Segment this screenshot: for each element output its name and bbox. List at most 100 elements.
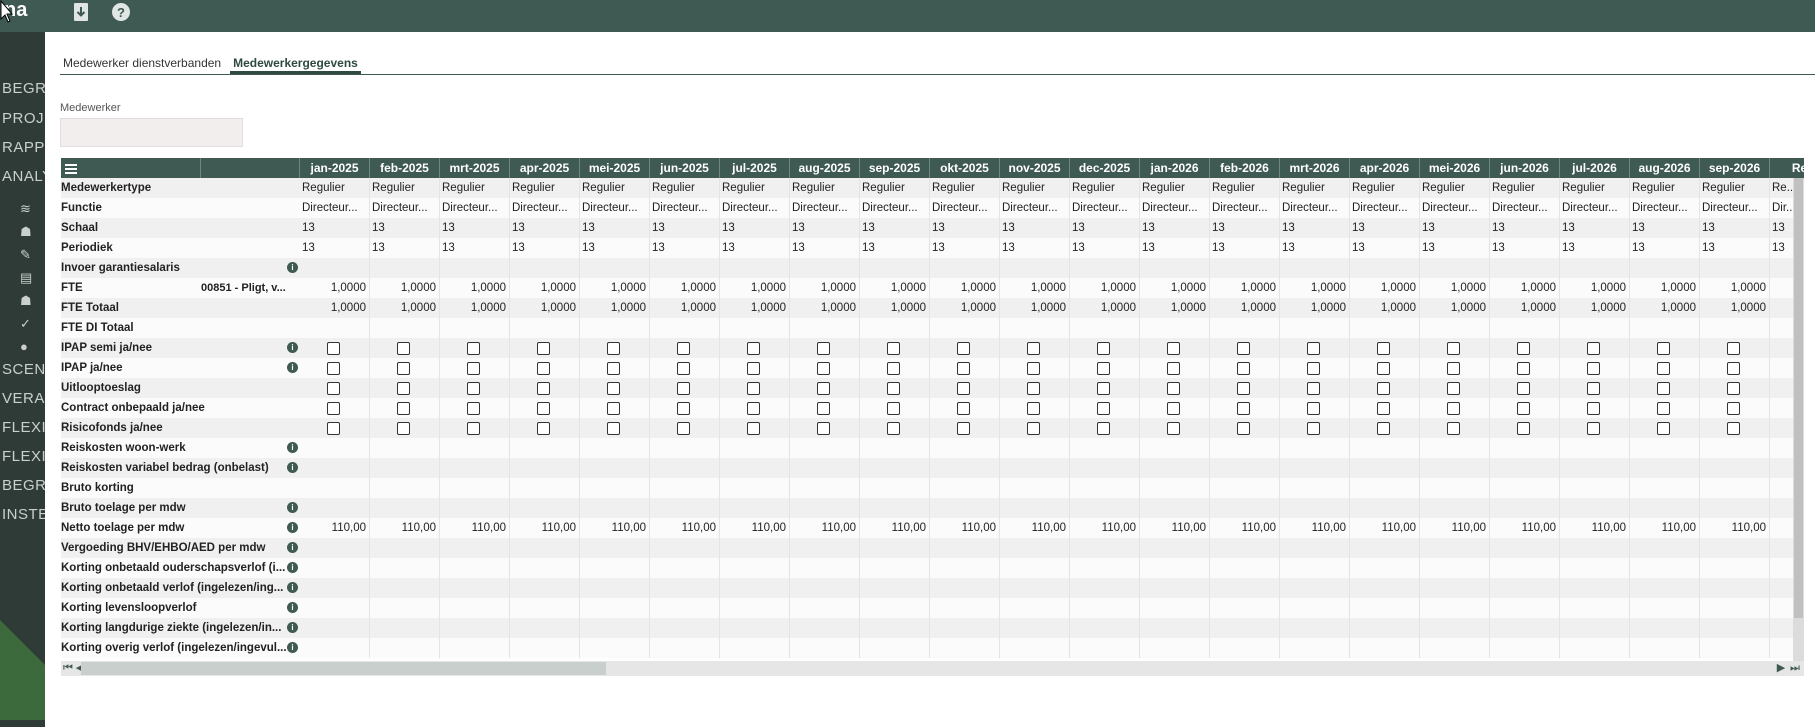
grid-cell[interactable]: [1350, 338, 1420, 358]
checkbox[interactable]: [747, 402, 760, 415]
user-edit-icon[interactable]: ✎: [20, 247, 38, 262]
grid-cell[interactable]: [1000, 458, 1070, 478]
grid-cell[interactable]: [1350, 498, 1420, 518]
month-header[interactable]: apr-2025: [510, 158, 580, 178]
grid-cell[interactable]: [370, 598, 440, 618]
grid-cell[interactable]: 13: [440, 238, 510, 258]
sidebar-item-5[interactable]: VERAN: [2, 390, 45, 407]
grid-cell[interactable]: [1420, 618, 1490, 638]
grid-cell[interactable]: [580, 318, 650, 338]
grid-cell[interactable]: [1210, 418, 1280, 438]
grid-cell[interactable]: [1560, 418, 1630, 438]
checkbox[interactable]: [1307, 362, 1320, 375]
checkbox[interactable]: [1307, 422, 1320, 435]
grid-cell[interactable]: Directeur...: [1490, 198, 1560, 218]
grid-cell[interactable]: 13: [1140, 238, 1210, 258]
grid-cell[interactable]: [1140, 318, 1210, 338]
grid-cell[interactable]: [1350, 378, 1420, 398]
checkbox[interactable]: [1587, 422, 1600, 435]
grid-cell[interactable]: [580, 618, 650, 638]
checkbox[interactable]: [607, 362, 620, 375]
checkbox[interactable]: [957, 342, 970, 355]
grid-cell[interactable]: [370, 558, 440, 578]
checkbox[interactable]: [817, 382, 830, 395]
grid-cell[interactable]: [440, 438, 510, 458]
grid-cell[interactable]: [1700, 578, 1770, 598]
grid-cell[interactable]: Regulier: [720, 178, 790, 198]
checkbox[interactable]: [747, 422, 760, 435]
grid-cell[interactable]: 1,0000: [580, 278, 650, 298]
grid-cell[interactable]: [300, 478, 370, 498]
grid-cell[interactable]: [1210, 318, 1280, 338]
grid-cell[interactable]: 1,0000: [1350, 278, 1420, 298]
info-icon[interactable]: i: [287, 502, 298, 513]
checkbox[interactable]: [677, 382, 690, 395]
grid-cell[interactable]: 1,0000: [1350, 298, 1420, 318]
grid-cell[interactable]: [930, 538, 1000, 558]
grid-cell[interactable]: [1350, 638, 1420, 658]
grid-cell[interactable]: [860, 398, 930, 418]
grid-cell[interactable]: [1000, 338, 1070, 358]
grid-cell[interactable]: [1210, 638, 1280, 658]
grid-cell[interactable]: Regulier: [650, 178, 720, 198]
month-header[interactable]: jun-2025: [650, 158, 720, 178]
grid-cell[interactable]: [1420, 358, 1490, 378]
grid-cell[interactable]: [930, 498, 1000, 518]
grid-cell[interactable]: [510, 478, 580, 498]
grid-cell[interactable]: 13: [650, 238, 720, 258]
grid-cell[interactable]: [1210, 538, 1280, 558]
grid-cell[interactable]: [1490, 538, 1560, 558]
grid-cell[interactable]: [1070, 598, 1140, 618]
grid-cell[interactable]: Directeur...: [1700, 198, 1770, 218]
grid-cell[interactable]: Directeur...: [1630, 198, 1700, 218]
grid-cell[interactable]: [510, 578, 580, 598]
checkbox[interactable]: [887, 422, 900, 435]
users-icon[interactable]: ☗: [20, 224, 38, 239]
grid-cell[interactable]: 13: [510, 238, 580, 258]
grid-cell[interactable]: [1700, 418, 1770, 438]
checkbox[interactable]: [1657, 382, 1670, 395]
sidebar-item-9[interactable]: INSTE: [2, 506, 45, 523]
grid-cell[interactable]: [580, 478, 650, 498]
checkbox[interactable]: [1167, 402, 1180, 415]
grid-cell[interactable]: 13: [370, 238, 440, 258]
grid-cell[interactable]: 13: [650, 218, 720, 238]
grid-cell[interactable]: 1,0000: [580, 298, 650, 318]
grid-cell[interactable]: 13: [790, 218, 860, 238]
grid-cell[interactable]: 1,0000: [1630, 278, 1700, 298]
grid-cell[interactable]: [1420, 478, 1490, 498]
checkbox[interactable]: [1377, 362, 1390, 375]
grid-cell[interactable]: [720, 418, 790, 438]
grid-cell[interactable]: [1210, 398, 1280, 418]
sidebar-item-2[interactable]: RAPPO: [2, 139, 45, 156]
grid-cell[interactable]: [370, 438, 440, 458]
grid-cell[interactable]: [1210, 618, 1280, 638]
month-header[interactable]: mrt-2026: [1280, 158, 1350, 178]
grid-cell[interactable]: Directeur...: [1070, 198, 1140, 218]
grid-cell[interactable]: [440, 618, 510, 638]
grid-cell[interactable]: [510, 598, 580, 618]
grid-cell[interactable]: [1490, 418, 1560, 438]
grid-cell[interactable]: [1280, 558, 1350, 578]
grid-cell[interactable]: 13: [930, 218, 1000, 238]
grid-cell[interactable]: [790, 638, 860, 658]
checkbox[interactable]: [957, 422, 970, 435]
grid-cell[interactable]: Regulier: [580, 178, 650, 198]
grid-cell[interactable]: [1350, 598, 1420, 618]
checkbox[interactable]: [1097, 342, 1110, 355]
grid-cell[interactable]: [510, 338, 580, 358]
grid-cell[interactable]: Directeur...: [1560, 198, 1630, 218]
grid-cell[interactable]: 1,0000: [1420, 278, 1490, 298]
grid-cell[interactable]: [650, 478, 720, 498]
grid-cell[interactable]: [1210, 338, 1280, 358]
grid-cell[interactable]: 13: [1280, 238, 1350, 258]
grid-cell[interactable]: [1070, 258, 1140, 278]
grid-cell[interactable]: 110,00: [1420, 518, 1490, 538]
tab-medewerkergegevens[interactable]: Medewerkergegevens: [230, 54, 361, 74]
grid-cell[interactable]: [650, 618, 720, 638]
checkbox[interactable]: [1447, 342, 1460, 355]
grid-cell[interactable]: Directeur...: [790, 198, 860, 218]
grid-cell[interactable]: [370, 418, 440, 438]
grid-cell[interactable]: 1,0000: [1210, 298, 1280, 318]
grid-cell[interactable]: 110,00: [1000, 518, 1070, 538]
